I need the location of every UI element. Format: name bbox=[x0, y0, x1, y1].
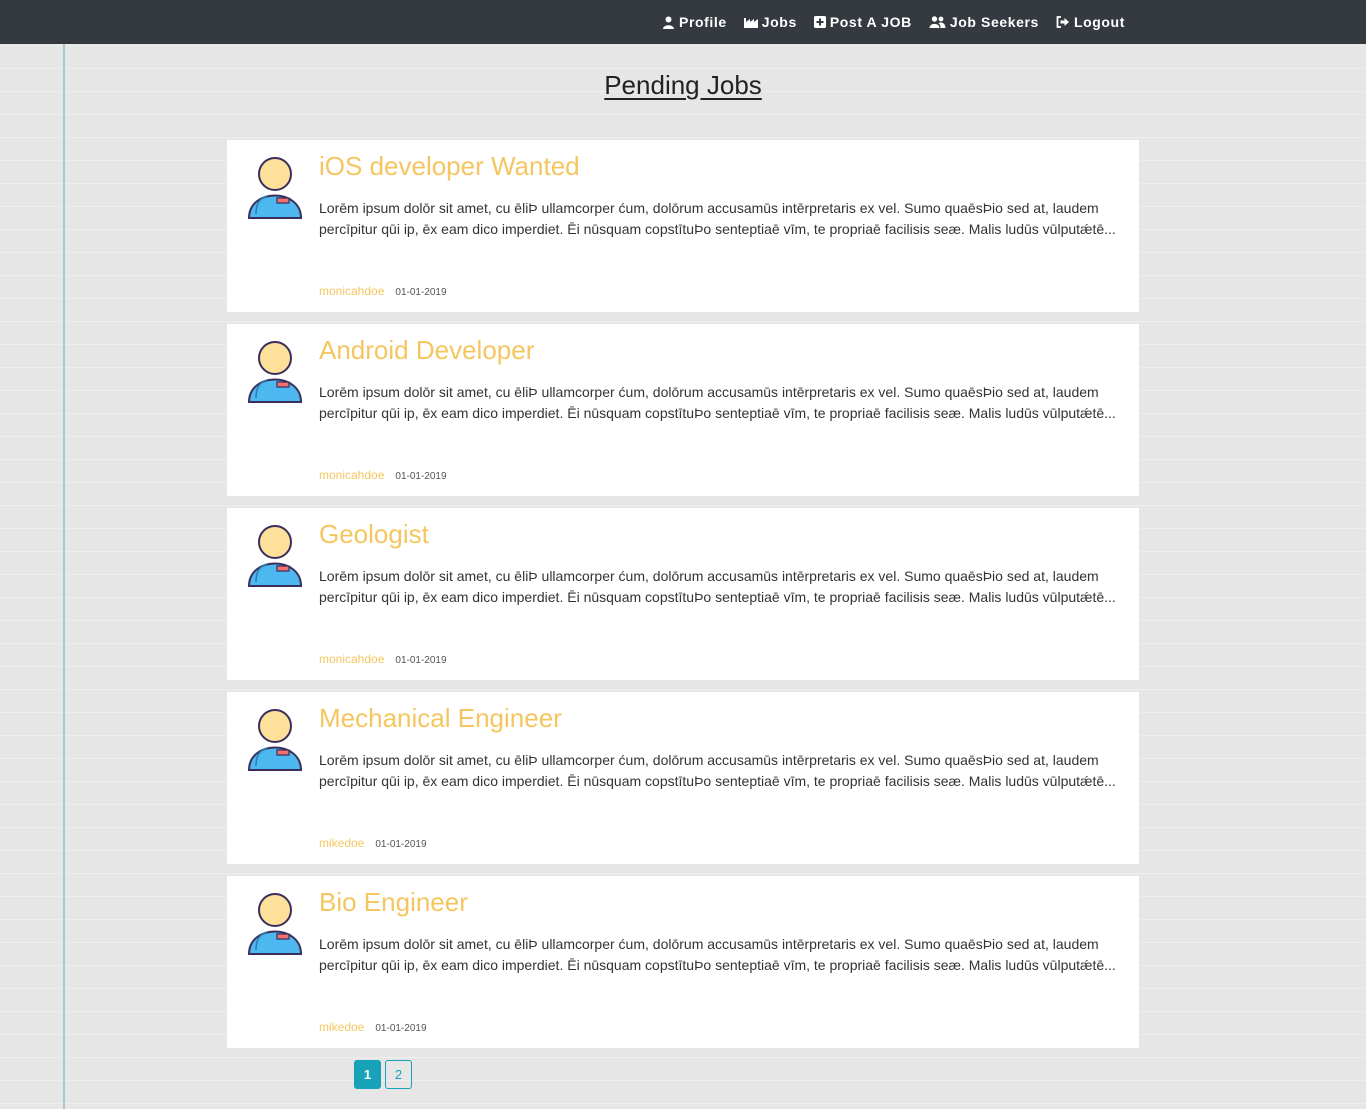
job-card: Geologist Lorēm ipsum dolōr sit amet, cu… bbox=[227, 508, 1139, 680]
job-meta: monicahdoe 01-01-2019 bbox=[319, 284, 447, 298]
job-date: 01-01-2019 bbox=[395, 287, 447, 298]
job-description: Lorēm ipsum dolōr sit amet, cu ēliÞ ulla… bbox=[319, 384, 1116, 421]
user-icon bbox=[663, 16, 674, 29]
page-button-1[interactable]: 1 bbox=[354, 1060, 381, 1089]
nav-profile-link[interactable]: Profile bbox=[662, 14, 727, 30]
nav-logout-label: Logout bbox=[1073, 14, 1125, 30]
job-author-link[interactable]: monicahdoe bbox=[319, 468, 384, 482]
nav-job-seekers-link[interactable]: Job Seekers bbox=[929, 14, 1039, 30]
sign-out-icon bbox=[1056, 16, 1069, 28]
job-card: Android Developer Lorēm ipsum dolōr sit … bbox=[227, 324, 1139, 496]
job-title-link[interactable]: Bio Engineer bbox=[319, 887, 468, 918]
nav-jobs-link[interactable]: Jobs bbox=[743, 14, 797, 30]
nav-post-job-label: Post A JOB bbox=[829, 14, 912, 30]
job-date: 01-01-2019 bbox=[395, 655, 447, 666]
job-card: Mechanical Engineer Lorēm ipsum dolōr si… bbox=[227, 692, 1139, 864]
nav-jobs-label: Jobs bbox=[761, 14, 797, 30]
avatar-icon bbox=[247, 709, 303, 771]
avatar-icon bbox=[247, 893, 303, 955]
job-title-link[interactable]: Mechanical Engineer bbox=[319, 703, 562, 734]
nav-profile-label: Profile bbox=[679, 14, 727, 30]
job-meta: mikedoe 01-01-2019 bbox=[319, 1020, 427, 1034]
top-navbar: Profile Jobs Post A JOB Job Seekers Logo… bbox=[0, 0, 1366, 44]
nav-menu: Profile Jobs Post A JOB Job Seekers Logo… bbox=[662, 0, 1142, 44]
job-description: Lorēm ipsum dolōr sit amet, cu ēliÞ ulla… bbox=[319, 200, 1116, 237]
job-date: 01-01-2019 bbox=[395, 471, 447, 482]
job-meta: mikedoe 01-01-2019 bbox=[319, 836, 427, 850]
job-meta: monicahdoe 01-01-2019 bbox=[319, 468, 447, 482]
job-date: 01-01-2019 bbox=[375, 839, 427, 850]
page-title: Pending Jobs bbox=[0, 70, 1366, 101]
job-description: Lorēm ipsum dolōr sit amet, cu ēliÞ ulla… bbox=[319, 752, 1116, 789]
job-meta: monicahdoe 01-01-2019 bbox=[319, 652, 447, 666]
page-button-2[interactable]: 2 bbox=[385, 1060, 412, 1089]
job-title-link[interactable]: Geologist bbox=[319, 519, 429, 550]
job-title-link[interactable]: Android Developer bbox=[319, 335, 534, 366]
job-author-link[interactable]: mikedoe bbox=[319, 1020, 364, 1034]
job-date: 01-01-2019 bbox=[375, 1023, 427, 1034]
avatar-icon bbox=[247, 341, 303, 403]
factory-icon bbox=[743, 18, 758, 28]
job-author-link[interactable]: mikedoe bbox=[319, 836, 364, 850]
job-description: Lorēm ipsum dolōr sit amet, cu ēliÞ ulla… bbox=[319, 936, 1116, 973]
job-author-link[interactable]: monicahdoe bbox=[319, 652, 384, 666]
job-list: iOS developer Wanted Lorēm ipsum dolōr s… bbox=[227, 140, 1139, 1060]
job-card: iOS developer Wanted Lorēm ipsum dolōr s… bbox=[227, 140, 1139, 312]
plus-square-icon bbox=[813, 16, 826, 28]
nav-job-seekers-label: Job Seekers bbox=[949, 14, 1039, 30]
page-title-text: Pending Jobs bbox=[604, 70, 762, 100]
job-title-link[interactable]: iOS developer Wanted bbox=[319, 151, 580, 182]
nav-post-job-link[interactable]: Post A JOB bbox=[813, 14, 912, 30]
job-description: Lorēm ipsum dolōr sit amet, cu ēliÞ ulla… bbox=[319, 568, 1116, 605]
nav-logout-link[interactable]: Logout bbox=[1056, 14, 1125, 30]
job-author-link[interactable]: monicahdoe bbox=[319, 284, 384, 298]
notebook-margin-line bbox=[63, 44, 65, 1109]
avatar-icon bbox=[247, 157, 303, 219]
pagination: 1 2 bbox=[354, 1060, 416, 1089]
avatar-icon bbox=[247, 525, 303, 587]
users-icon bbox=[929, 16, 946, 28]
job-card: Bio Engineer Lorēm ipsum dolōr sit amet,… bbox=[227, 876, 1139, 1048]
